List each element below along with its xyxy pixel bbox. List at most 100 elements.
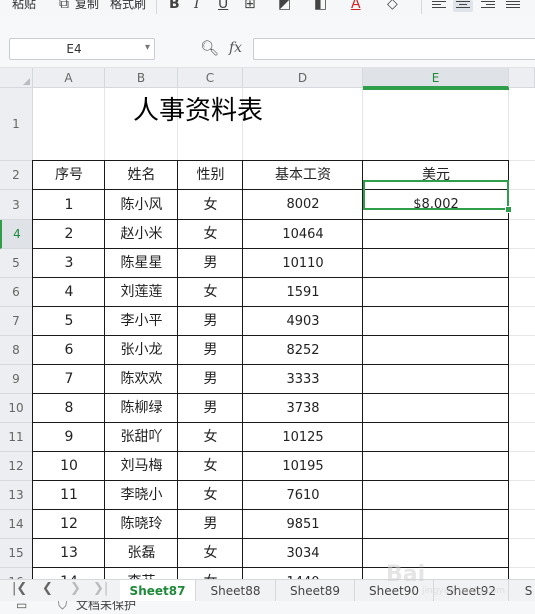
table-cell[interactable]: 张甜吖	[105, 423, 178, 452]
active-cell-selection[interactable]	[363, 180, 509, 210]
fill-handle[interactable]	[505, 206, 512, 213]
sheet-title[interactable]: 人事资料表	[33, 88, 363, 164]
table-cell[interactable]: 7	[33, 365, 105, 394]
table-cell[interactable]: 刘马梅	[105, 452, 178, 481]
name-box[interactable]: E4 ▾	[9, 38, 155, 60]
align-center-icon[interactable]	[456, 1, 470, 10]
table-cell[interactable]: 女	[178, 481, 243, 510]
table-cell[interactable]: 1	[33, 190, 105, 220]
tab-sheet87[interactable]: Sheet87	[120, 580, 196, 602]
table-cell[interactable]: 10	[33, 452, 105, 481]
table-cell[interactable]: 1591	[243, 278, 363, 307]
table-cell[interactable]: 9851	[243, 510, 363, 539]
table-cell[interactable]: 4903	[243, 307, 363, 336]
bold-icon[interactable]: B	[169, 0, 180, 12]
row-header-14[interactable]: 14	[0, 510, 33, 539]
layout-icon[interactable]: ▭	[16, 601, 27, 612]
table-cell[interactable]	[363, 220, 509, 249]
row-header-9[interactable]: 9	[0, 365, 33, 394]
row-header-15[interactable]: 15	[0, 539, 33, 568]
align-justify-icon[interactable]	[506, 1, 520, 10]
table-cell[interactable]: 1440	[243, 568, 363, 579]
table-cell[interactable]: 陈欢欢	[105, 365, 178, 394]
table-cell[interactable]: 女	[178, 423, 243, 452]
table-cell[interactable]	[363, 278, 509, 307]
text-color-icon[interactable]: A	[351, 0, 361, 12]
table-cell[interactable]: 10195	[243, 452, 363, 481]
row-header-6[interactable]: 6	[0, 278, 33, 307]
table-cell[interactable]: 李芬	[105, 568, 178, 579]
table-cell[interactable]: 赵小米	[105, 220, 178, 249]
row-header-2[interactable]: 2	[0, 161, 33, 190]
align-right-icon[interactable]	[481, 1, 495, 10]
table-cell[interactable]: 3	[33, 249, 105, 278]
document-protection-status[interactable]: 文档未保护	[76, 601, 136, 613]
last-sheet-icon[interactable]: ❯|	[93, 581, 108, 596]
fill-color-icon[interactable]: ◩	[278, 0, 291, 12]
table-cell[interactable]: 2	[33, 220, 105, 249]
table-cell[interactable]: 刘莲莲	[105, 278, 178, 307]
column-header-a[interactable]: A	[33, 68, 105, 88]
font-color-icon[interactable]: ◧	[314, 0, 327, 12]
table-cell[interactable]: 男	[178, 365, 243, 394]
row-header-7[interactable]: 7	[0, 307, 33, 336]
row-header-4[interactable]: 4	[0, 220, 33, 249]
table-cell[interactable]	[363, 423, 509, 452]
table-cell[interactable]	[363, 452, 509, 481]
row-header-12[interactable]: 12	[0, 452, 33, 481]
table-cell[interactable]: 女	[178, 278, 243, 307]
table-cell[interactable]: 男	[178, 336, 243, 365]
table-cell[interactable]: 10125	[243, 423, 363, 452]
table-cell[interactable]: 张小龙	[105, 336, 178, 365]
table-cell[interactable]: 7610	[243, 481, 363, 510]
table-cell[interactable]: 10110	[243, 249, 363, 278]
table-cell[interactable]: 12	[33, 510, 105, 539]
table-cell[interactable]: 8002	[243, 190, 363, 220]
paste-button[interactable]: 粘贴	[12, 0, 36, 12]
column-header-c[interactable]: C	[178, 68, 243, 88]
select-all-corner[interactable]	[0, 68, 33, 88]
table-cell[interactable]: 陈星星	[105, 249, 178, 278]
table-cell[interactable]: 女	[178, 220, 243, 249]
next-sheet-icon[interactable]: ❯	[70, 581, 81, 596]
table-cell[interactable]: 男	[178, 307, 243, 336]
header-cell-d[interactable]: 基本工资	[243, 161, 363, 190]
chevron-down-icon[interactable]: ▾	[145, 42, 150, 53]
table-cell[interactable]: 陈小风	[105, 190, 178, 220]
table-cell[interactable]: 陈柳绿	[105, 394, 178, 423]
table-cell[interactable]: 14	[33, 568, 105, 579]
row-header-5[interactable]: 5	[0, 249, 33, 278]
table-cell[interactable]: 李小平	[105, 307, 178, 336]
table-cell[interactable]: 男	[178, 394, 243, 423]
table-cell[interactable]: 李晓小	[105, 481, 178, 510]
table-cell[interactable]: 女	[178, 452, 243, 481]
table-cell[interactable]: 张磊	[105, 539, 178, 568]
italic-icon[interactable]: I	[194, 0, 200, 12]
table-cell[interactable]: 3034	[243, 539, 363, 568]
clear-format-icon[interactable]: ◇	[387, 0, 398, 12]
row-header-10[interactable]: 10	[0, 394, 33, 423]
table-cell[interactable]	[363, 510, 509, 539]
tab-sheet88[interactable]: Sheet88	[196, 580, 276, 602]
row-header-16[interactable]: 16	[0, 568, 33, 579]
row-header-13[interactable]: 13	[0, 481, 33, 510]
table-cell[interactable]	[363, 307, 509, 336]
table-cell[interactable]: 4	[33, 278, 105, 307]
prev-sheet-icon[interactable]: ❮	[42, 581, 53, 596]
formula-input[interactable]	[253, 38, 535, 60]
table-cell[interactable]: 男	[178, 510, 243, 539]
table-cell[interactable]: 8	[33, 394, 105, 423]
header-cell-b[interactable]: 姓名	[105, 161, 178, 190]
table-cell[interactable]: 10464	[243, 220, 363, 249]
row-header-8[interactable]: 8	[0, 336, 33, 365]
table-cell[interactable]: 男	[178, 249, 243, 278]
align-left-icon[interactable]	[432, 1, 446, 10]
format-painter-button[interactable]: 格式刷	[110, 0, 146, 12]
table-cell[interactable]	[363, 249, 509, 278]
fx-icon[interactable]: fx	[229, 40, 242, 56]
table-cell[interactable]	[363, 481, 509, 510]
row-header-1[interactable]: 1	[0, 88, 33, 161]
table-cell[interactable]: 8252	[243, 336, 363, 365]
column-header-d[interactable]: D	[243, 68, 363, 88]
zoom-search-icon[interactable]: 🔍︎	[200, 39, 219, 57]
